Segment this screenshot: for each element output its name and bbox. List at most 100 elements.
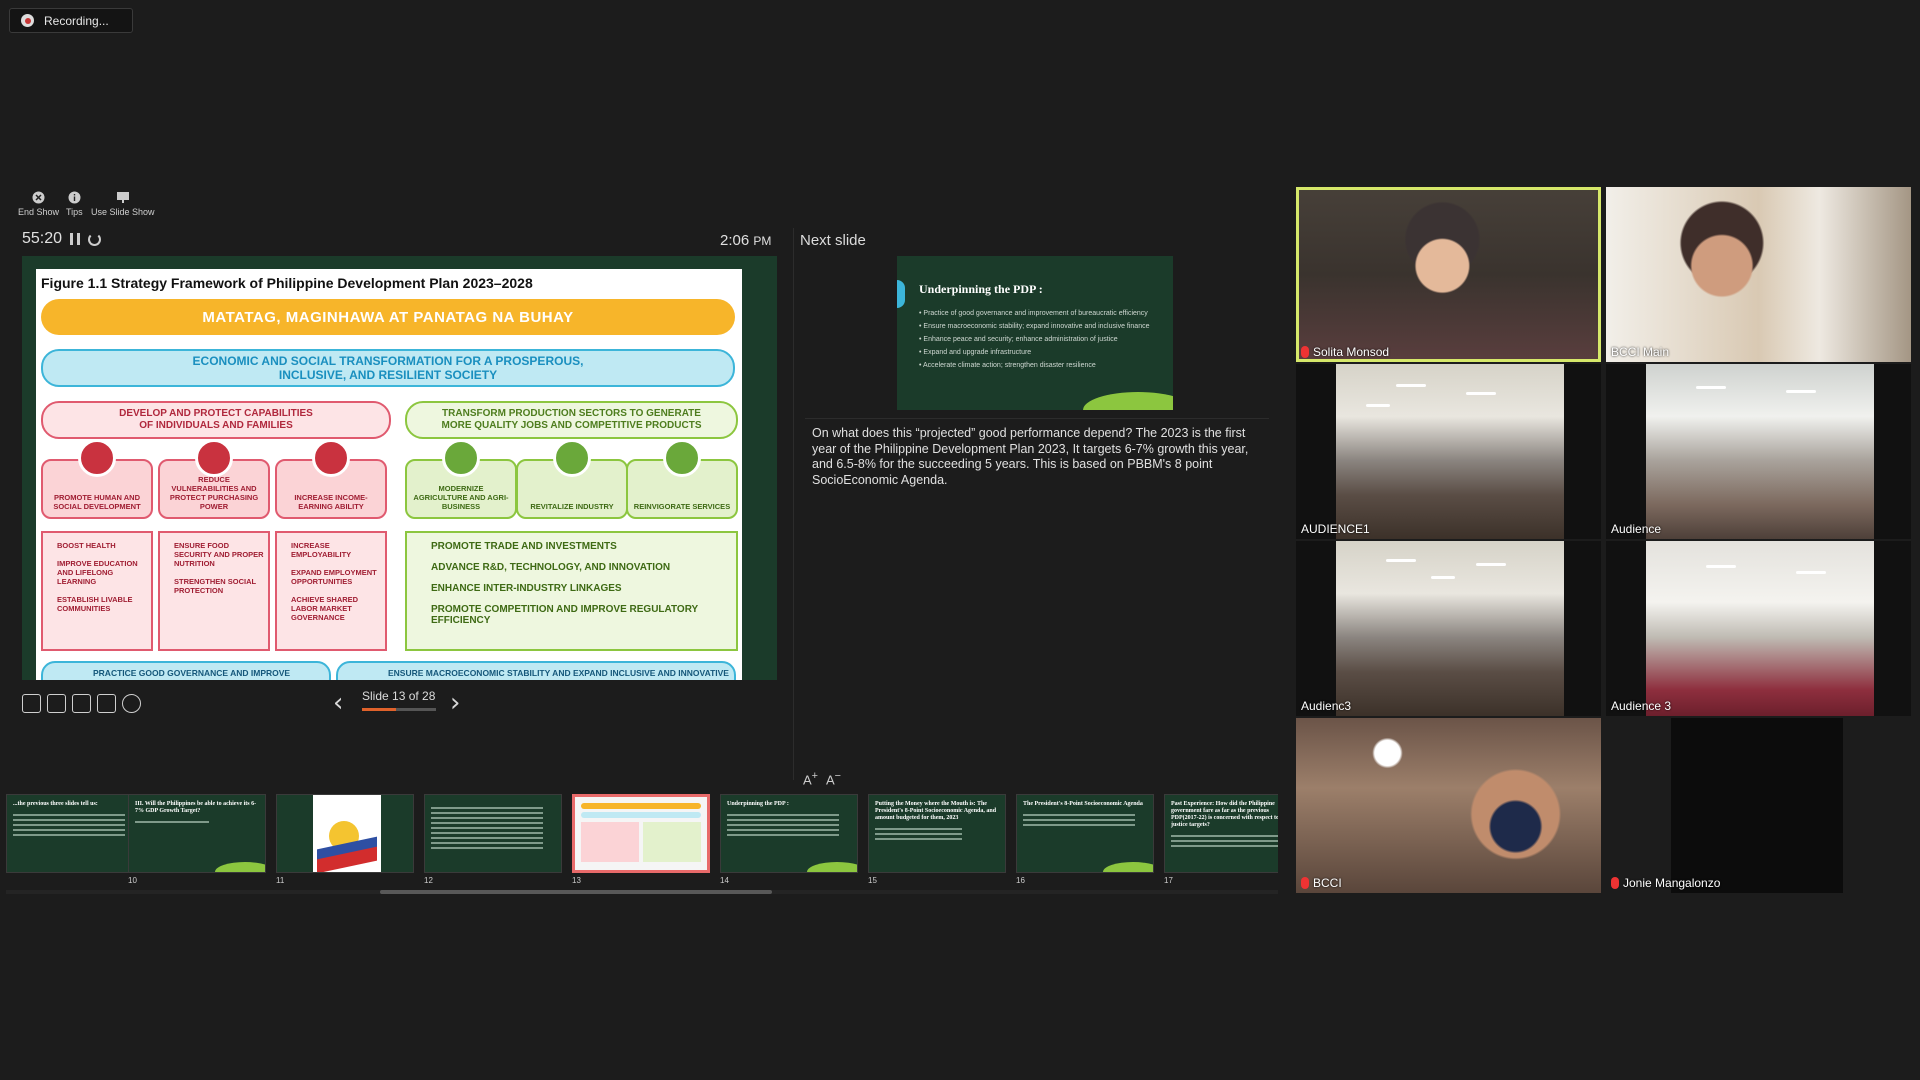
timer-value: 55:20	[22, 230, 63, 247]
speaker-notes[interactable]: On what does this “projected” good perfo…	[812, 426, 1272, 488]
bullet-item: Accelerate climate action; strengthen di…	[919, 361, 1159, 371]
video-tile-bcci[interactable]: BCCI	[1296, 718, 1601, 893]
category-services: REINVIGORATE SERVICES	[626, 439, 738, 519]
participant-name: BCCI Main	[1611, 345, 1670, 359]
participant-name: AUDIENCE1	[1301, 522, 1370, 536]
bullet-item: Expand and upgrade infrastructure	[919, 348, 1159, 358]
participant-name: BCCI	[1313, 876, 1342, 890]
video-tile-solita-monsod[interactable]: Solita Monsod	[1296, 187, 1601, 362]
vision-banner: MATATAG, MAGINHAWA AT PANATAG NA BUHAY	[41, 299, 735, 335]
goal-line-1: ECONOMIC AND SOCIAL TRANSFORMATION FOR A…	[192, 354, 584, 368]
slide-thumbnail[interactable]: Putting the Money where the Mouth is: Th…	[868, 794, 1006, 873]
next-slide-label: Next slide	[800, 232, 866, 249]
next-slide-bullets: Practice of good governance and improvem…	[919, 309, 1159, 371]
next-slide-title: Underpinning the PDP :	[919, 282, 1043, 296]
clock: 2:06 PM	[720, 232, 771, 249]
people-icon	[78, 439, 116, 477]
goal-banner: ECONOMIC AND SOCIAL TRANSFORMATION FOR A…	[41, 349, 735, 387]
category-vulnerabilities: REDUCE VULNERABILITIES AND PROTECT PURCH…	[158, 439, 270, 519]
end-show-button[interactable]: End Show	[18, 190, 59, 217]
plant-icon	[442, 439, 480, 477]
more-options-icon[interactable]	[122, 694, 141, 713]
close-circle-icon	[32, 190, 46, 204]
slide-filmstrip[interactable]: ...the previous three slides tell us: II…	[6, 794, 1278, 898]
pen-icon[interactable]	[22, 694, 41, 713]
recording-indicator[interactable]: Recording...	[9, 8, 133, 33]
slide-thumbnail[interactable]	[424, 794, 562, 873]
slide-counter: Slide 13 of 28	[362, 689, 436, 703]
box-vulnerabilities: ENSURE FOOD SECURITY AND PROPER NUTRITIO…	[158, 531, 270, 651]
goal-line-2: INCLUSIVE, AND RESILIENT SOCIETY	[278, 368, 498, 382]
record-icon	[21, 14, 34, 27]
bullet-item: Practice of good governance and improvem…	[919, 309, 1159, 319]
category-income: INCREASE INCOME-EARNING ABILITY	[275, 439, 387, 519]
reset-timer-icon[interactable]	[88, 232, 102, 246]
slide-progress-bar	[362, 708, 436, 711]
participant-name: Audience	[1611, 522, 1662, 536]
info-icon	[67, 190, 81, 204]
box-human-development: BOOST HEALTH IMPROVE EDUCATION AND LIFEL…	[41, 531, 153, 651]
slide-tools	[22, 694, 141, 713]
scrollbar-thumb[interactable]	[380, 890, 772, 894]
video-tile-jonie-mangalonzo[interactable]: Jonie Mangalonzo	[1606, 718, 1911, 893]
slide-thumbnail[interactable]: Underpinning the PDP :	[720, 794, 858, 873]
pane-divider[interactable]	[793, 228, 794, 780]
slide-thumbnail[interactable]: The President's 8-Point Socioeconomic Ag…	[1016, 794, 1154, 873]
camera-off-icon[interactable]	[97, 694, 116, 713]
mic-muted-icon	[1611, 877, 1619, 889]
mic-muted-icon	[1301, 346, 1309, 358]
filmstrip-scrollbar[interactable]	[6, 890, 1278, 894]
production-pillar: TRANSFORM PRODUCTION SECTORS TO GENERATE…	[405, 401, 738, 439]
governance-banner: PRACTICE GOOD GOVERNANCE AND IMPROVE BUR…	[41, 661, 331, 680]
category-industry: REVITALIZE INDUSTRY	[516, 439, 628, 519]
bullet-item: Enhance peace and security; enhance admi…	[919, 335, 1159, 345]
next-slide-button[interactable]: ›	[450, 688, 460, 718]
recording-label: Recording...	[44, 13, 109, 28]
shield-icon	[195, 439, 233, 477]
macroeconomic-banner: ENSURE MACROECONOMIC STABILITY AND EXPAN…	[336, 661, 736, 680]
notes-font-controls: A+ A−	[803, 770, 841, 787]
clock-ampm: PM	[753, 234, 772, 248]
factory-icon	[553, 439, 591, 477]
participant-name: Solita Monsod	[1313, 345, 1390, 359]
mic-muted-icon	[1301, 877, 1309, 889]
slide-accent	[897, 280, 905, 308]
category-human-development: PROMOTE HUMAN AND SOCIAL DEVELOPMENT	[41, 439, 153, 519]
elapsed-timer: 55:20	[22, 230, 102, 248]
slideshow-icon	[116, 190, 130, 204]
tips-button[interactable]: Tips	[66, 190, 83, 217]
participant-name: Audienc3	[1301, 699, 1352, 713]
subtitles-icon[interactable]	[72, 694, 91, 713]
chart-up-icon	[312, 439, 350, 477]
capabilities-pillar: DEVELOP AND PROTECT CAPABILITIES OF INDI…	[41, 401, 391, 439]
video-tile-audience1[interactable]: AUDIENCE1	[1296, 364, 1601, 539]
box-income: INCREASE EMPLOYABILITY EXPAND EMPLOYMENT…	[275, 531, 387, 651]
participant-name: Jonie Mangalonzo	[1623, 876, 1721, 890]
video-tile-audience[interactable]: Audience	[1606, 364, 1911, 539]
video-tile-audienc3[interactable]: Audienc3	[1296, 541, 1601, 716]
slide-swoosh	[1083, 392, 1173, 410]
slide-thumbnail[interactable]	[276, 794, 414, 873]
next-slide-preview[interactable]: Underpinning the PDP : Practice of good …	[897, 256, 1173, 410]
category-agriculture: MODERNIZE AGRICULTURE AND AGRI-BUSINESS	[405, 439, 517, 519]
decrease-font-button[interactable]: A−	[826, 770, 841, 787]
increase-font-button[interactable]: A+	[803, 770, 818, 787]
gear-icon	[663, 439, 701, 477]
video-tile-audience-3[interactable]: Audience 3	[1606, 541, 1911, 716]
use-slide-show-button[interactable]: Use Slide Show	[91, 190, 155, 217]
box-production: PROMOTE TRADE AND INVESTMENTS ADVANCE R&…	[405, 531, 738, 651]
slide-figure: Figure 1.1 Strategy Framework of Philipp…	[36, 269, 742, 680]
clock-time: 2:06	[720, 232, 750, 249]
pause-icon[interactable]	[70, 233, 81, 245]
pointer-icon[interactable]	[47, 694, 66, 713]
progress-fill	[362, 708, 397, 711]
slide-thumbnail[interactable]: III. Will the Philippines be able to ach…	[128, 794, 266, 873]
slide-thumbnail-selected[interactable]	[572, 794, 710, 873]
current-slide[interactable]: Figure 1.1 Strategy Framework of Philipp…	[22, 256, 777, 680]
slide-thumbnail[interactable]: ...the previous three slides tell us:	[6, 794, 144, 873]
video-tile-bcci-main[interactable]: BCCI Main	[1606, 187, 1911, 362]
slide-thumbnail[interactable]: Past Experience: How did the Philippine …	[1164, 794, 1278, 873]
figure-title: Figure 1.1 Strategy Framework of Philipp…	[41, 275, 533, 291]
previous-slide-button[interactable]: ‹	[333, 688, 343, 718]
participant-name: Audience 3	[1611, 699, 1672, 713]
